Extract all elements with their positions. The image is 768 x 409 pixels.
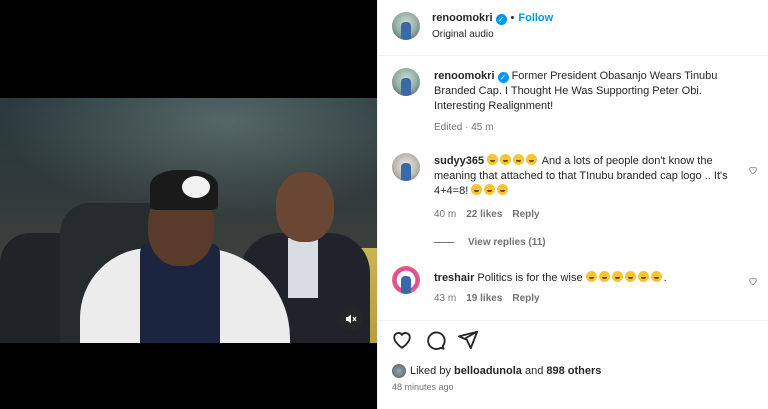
comment-body: Politics is for the wise xyxy=(477,272,583,284)
laughing-emoji-icon xyxy=(487,154,539,167)
liked-by-prefix: Liked by xyxy=(410,365,451,377)
caption-edited: Edited · 45 m xyxy=(434,122,494,133)
laughing-emoji-icon xyxy=(471,184,510,197)
replies-divider xyxy=(434,242,454,243)
view-replies-label: View replies (11) xyxy=(468,237,546,248)
avatar[interactable] xyxy=(392,266,420,294)
liked-by-others[interactable]: 898 others xyxy=(546,365,601,377)
caption-text: renoomokri ✓ Former President Obasanjo We… xyxy=(434,69,754,114)
video-man-head xyxy=(276,172,334,242)
comment-meta: 40 m 22 likes Reply xyxy=(434,209,540,220)
avatar[interactable] xyxy=(392,364,406,378)
reply-button[interactable]: Reply xyxy=(512,209,539,220)
video-cap-logo xyxy=(182,176,210,198)
media-area xyxy=(0,0,377,409)
avatar[interactable] xyxy=(392,68,420,96)
post-actions: Liked by belloadunola and 898 others 48 … xyxy=(378,320,768,409)
instagram-post-view: renoomokri ✓ • Follow Original audio renoom… xyxy=(0,0,768,409)
video-man-shirt xyxy=(288,238,318,298)
liked-by-and: and xyxy=(524,365,544,377)
muted-speaker-icon[interactable] xyxy=(339,307,363,331)
verified-badge-icon: ✓ xyxy=(495,14,507,25)
comment-icon[interactable] xyxy=(424,329,446,351)
share-icon[interactable] xyxy=(457,329,479,351)
likes-summary: Liked by belloadunola and 898 others xyxy=(392,364,601,378)
verified-badge-icon: ✓ xyxy=(497,72,509,83)
comment-text: sudyy365 And a lots of people don't know… xyxy=(434,154,754,199)
heart-icon[interactable] xyxy=(748,276,758,286)
comment-likes[interactable]: 22 likes xyxy=(466,209,502,220)
header-user-line: renoomokri ✓ • Follow xyxy=(432,12,553,25)
comment-text: treshair Politics is for the wise . xyxy=(434,271,754,286)
follow-button[interactable]: Follow xyxy=(518,12,553,24)
post-panel: renoomokri ✓ • Follow Original audio renoom… xyxy=(377,0,768,409)
avatar[interactable] xyxy=(392,12,420,40)
separator-dot: • xyxy=(510,12,515,24)
comment-meta: 43 m 19 likes Reply xyxy=(434,293,540,304)
comment-likes[interactable]: 19 likes xyxy=(466,293,502,304)
view-replies-button[interactable]: View replies (11) xyxy=(434,237,546,248)
like-heart-icon[interactable] xyxy=(391,329,413,351)
post-header: renoomokri ✓ • Follow Original audio xyxy=(378,0,768,56)
video-player[interactable] xyxy=(0,98,377,343)
comment-trailing: . xyxy=(663,272,667,284)
post-time: 48 minutes ago xyxy=(392,382,454,392)
liked-by-user[interactable]: belloadunola xyxy=(454,365,522,377)
audio-label[interactable]: Original audio xyxy=(432,29,494,40)
comment-time: 40 m xyxy=(434,209,457,220)
caption-username[interactable]: renoomokri xyxy=(434,70,495,82)
reply-button[interactable]: Reply xyxy=(512,293,539,304)
laughing-emoji-icon xyxy=(585,271,664,284)
comment-username[interactable]: treshair xyxy=(434,272,474,284)
comment-username[interactable]: sudyy365 xyxy=(434,155,484,167)
heart-icon[interactable] xyxy=(748,165,758,175)
post-author-username[interactable]: renoomokri xyxy=(432,12,493,24)
comment-time: 43 m xyxy=(434,293,457,304)
avatar[interactable] xyxy=(392,153,420,181)
